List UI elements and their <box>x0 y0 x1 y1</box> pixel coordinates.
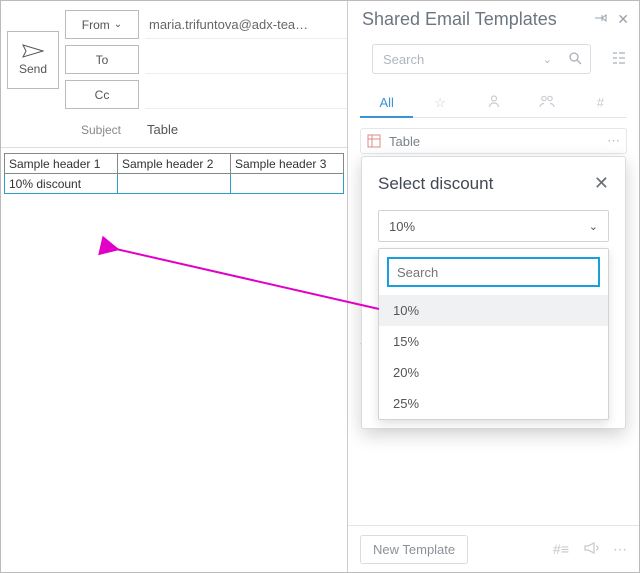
popup-close-icon[interactable]: ✕ <box>594 173 609 194</box>
star-icon: ☆ <box>434 95 446 110</box>
tab-hashtag[interactable]: # <box>574 89 627 116</box>
people-icon <box>538 94 556 108</box>
to-field[interactable] <box>145 46 349 74</box>
panel-bottom-bar: New Template #≡ ⋯ <box>348 525 639 572</box>
item-more-icon[interactable]: ⋯ <box>607 133 620 149</box>
send-button[interactable]: Send <box>7 31 59 89</box>
pin-icon[interactable] <box>593 11 607 28</box>
dropdown-panel: 10% 15% 20% 25% <box>378 248 609 420</box>
tab-all[interactable]: All <box>360 89 413 118</box>
send-label: Send <box>19 62 47 76</box>
template-item-label: Table <box>389 134 420 149</box>
cc-button[interactable]: Cc <box>65 80 139 109</box>
compose-pane: Send From ⌄ maria.trifuntova@adx-tea… To <box>1 1 349 572</box>
person-icon <box>487 94 501 108</box>
dropdown-search-input[interactable] <box>395 264 592 281</box>
table-cell[interactable] <box>231 174 344 194</box>
discount-dropdown[interactable]: 10% ⌄ <box>378 210 609 242</box>
template-icon <box>367 134 381 148</box>
table-header: Sample header 2 <box>118 154 231 174</box>
close-icon[interactable]: ✕ <box>617 11 629 28</box>
panel-search-placeholder: Search <box>373 52 535 67</box>
tab-favorites[interactable]: ☆ <box>413 89 466 117</box>
hash-icon: # <box>597 95 604 110</box>
dropdown-selected: 10% <box>389 219 415 234</box>
option-15[interactable]: 15% <box>379 326 608 357</box>
table-cell[interactable]: 10% discount <box>5 174 118 194</box>
chevron-down-icon[interactable]: ⌄ <box>535 53 560 66</box>
tab-team[interactable] <box>520 88 573 117</box>
table-cell[interactable] <box>118 174 231 194</box>
announcement-icon[interactable] <box>583 541 599 558</box>
option-10[interactable]: 10% <box>379 295 608 326</box>
table-header: Sample header 3 <box>231 154 344 174</box>
view-toggle-icon[interactable] <box>611 50 627 69</box>
panel-title: Shared Email Templates <box>362 9 557 30</box>
subject-field[interactable]: Table <box>143 112 349 147</box>
option-25[interactable]: 25% <box>379 388 608 419</box>
dropdown-search-box[interactable] <box>387 257 600 287</box>
filter-tabs: All ☆ # <box>360 88 627 118</box>
more-icon[interactable]: ⋯ <box>613 541 627 558</box>
to-button[interactable]: To <box>65 45 139 74</box>
new-template-button[interactable]: New Template <box>360 535 468 564</box>
panel-search-box[interactable]: Search ⌄ <box>372 44 591 74</box>
send-icon <box>22 44 44 58</box>
subject-label: Subject <box>65 123 137 137</box>
from-value[interactable]: maria.trifuntova@adx-tea… <box>145 11 349 39</box>
hash-filter-icon[interactable]: #≡ <box>553 541 569 557</box>
from-button[interactable]: From ⌄ <box>65 10 139 39</box>
search-icon[interactable] <box>560 51 590 68</box>
chevron-down-icon: ⌄ <box>114 19 122 30</box>
cc-field[interactable] <box>145 81 349 109</box>
tab-user[interactable] <box>467 88 520 117</box>
template-item-table[interactable]: Table ⋯ <box>360 128 627 154</box>
table-row: 10% discount <box>5 174 344 194</box>
option-20[interactable]: 20% <box>379 357 608 388</box>
popup-title: Select discount <box>378 174 493 194</box>
chevron-down-icon: ⌄ <box>589 220 598 233</box>
select-discount-popup: Select discount ✕ 10% ⌄ 10% 15% 20% 25% <box>361 156 626 429</box>
table-header: Sample header 1 <box>5 154 118 174</box>
inserted-table[interactable]: Sample header 1 Sample header 2 Sample h… <box>4 153 344 194</box>
